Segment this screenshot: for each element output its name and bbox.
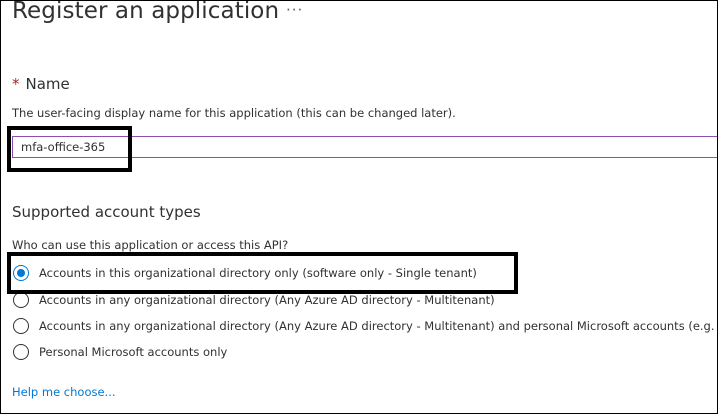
account-type-option-personal-only[interactable]: Personal Microsoft accounts only	[13, 344, 227, 360]
name-field-description: The user-facing display name for this ap…	[12, 106, 456, 120]
radio-unchecked-icon[interactable]	[13, 318, 29, 334]
register-app-panel: Register an application ··· * Name The us…	[0, 0, 718, 414]
required-indicator: *	[12, 75, 20, 93]
account-type-option-multitenant-personal[interactable]: Accounts in any organizational directory…	[13, 318, 718, 334]
radio-unchecked-icon[interactable]	[13, 344, 29, 360]
radio-option-label: Personal Microsoft accounts only	[39, 345, 228, 359]
more-options-icon[interactable]: ···	[286, 1, 303, 19]
account-types-title: Supported account types	[12, 203, 201, 221]
radio-option-label: Accounts in any organizational directory…	[39, 293, 495, 307]
name-label-text: Name	[25, 75, 70, 93]
radio-option-label: Accounts in this organizational director…	[39, 266, 477, 280]
app-name-input[interactable]	[12, 136, 717, 158]
account-types-question: Who can use this application or access t…	[12, 238, 289, 252]
radio-checked-icon[interactable]	[13, 265, 29, 281]
radio-unchecked-icon[interactable]	[13, 292, 29, 308]
radio-option-label: Accounts in any organizational directory…	[39, 319, 718, 333]
account-type-option-single-tenant[interactable]: Accounts in this organizational director…	[13, 265, 477, 281]
help-me-choose-link[interactable]: Help me choose...	[12, 385, 116, 399]
name-field-label: * Name	[12, 75, 70, 93]
account-type-option-multitenant[interactable]: Accounts in any organizational directory…	[13, 292, 495, 308]
page-title: Register an application	[12, 0, 280, 24]
